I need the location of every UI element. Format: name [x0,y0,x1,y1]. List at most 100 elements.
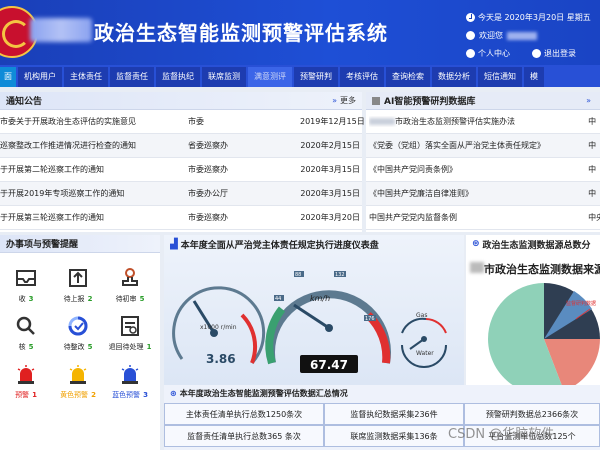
stamp-icon [122,268,138,286]
speed-needle [293,303,330,330]
library-row[interactable]: 《中国共产党廉洁自律准则》中 [366,182,600,206]
todo-item[interactable]: 待上报 2 [52,259,104,307]
gauge-panel: ▟ 本年度全面从严治党主体责任规定执行进度仪表盘 x1000 r/min 3.8… [164,235,464,385]
svg-text:176: 176 [365,316,375,322]
yellow-alarm-icon [69,365,87,384]
notice-row[interactable]: 于开展第二轮巡察工作的通知 市委巡察办 2020年3月15日 [0,158,362,182]
rpm-gauge: x1000 r/min 3.86 [172,286,266,366]
double-chevron-icon: » [586,96,591,105]
power-icon [532,49,541,58]
logout-link[interactable]: 退出登录 [532,48,576,59]
library-row[interactable]: 《党委（党组）落实全面从严治党主体责任规定》中 [366,134,600,158]
welcome-row: 欢迎您 [466,30,537,41]
notice-row[interactable]: 市委关于开展政治生态评估的实施意见 市委 2019年12月15日 [0,110,365,134]
nav-query[interactable]: 查询检索 [386,67,430,87]
gas-water-gauge: Gas Water [401,312,447,368]
todo-item[interactable]: 退回待处理 1 [104,307,156,355]
summary-header: ⊛ 本年度政治生态智能监测预警评估数据汇总情况 [164,385,600,401]
water-label: Water [416,350,434,357]
todo-item[interactable]: 待整改 5 [52,307,104,355]
todo-header: 办事项与预警提醒 [0,235,160,253]
nav-discipline[interactable]: 监督执纪 [156,67,200,87]
nav-warning-analysis[interactable]: 预警研判 [294,67,338,87]
nav-data-analysis[interactable]: 数据分析 [432,67,476,87]
blue-alarm-icon [121,365,139,384]
date-display: 今天是 2020年3月20日 星期五 [466,12,591,23]
blurred-username [507,31,537,40]
upload-icon [69,269,87,287]
person-icon [466,49,475,58]
ai-library-panel: AI智能预警研判数据库 » 市政治生态监测预警评估实施办法中 《党委（党组）落实… [366,92,600,232]
speed-value: 67.47 [310,358,348,372]
sources-title: 政治生态监测数据源总数分 [482,240,591,251]
square-icon [372,96,380,105]
gauge-header: ▟ 本年度全面从严治党主体责任规定执行进度仪表盘 [164,235,464,253]
notice-header: 通知公告 » 更多 [0,92,362,110]
clock-icon [466,13,475,22]
nav-main-responsibility[interactable]: 主体责任 [64,67,108,87]
library-row[interactable]: 《中国共产党问责条例》中 [366,158,600,182]
watermark: CSDN @华脑软件 [448,427,555,442]
bar-chart-icon: ▟ [170,238,178,250]
search-icon [16,316,35,335]
speed-unit: km/h [310,294,330,303]
double-chevron-icon: » [332,96,337,105]
nav-org-users[interactable]: 机构用户 [18,67,62,87]
notice-row[interactable]: 巡察整改工作推进情况进行检查的通知 省委巡察办 2020年2月15日 [0,134,362,158]
chevron-circle-icon: ⊛ [472,239,480,249]
notice-row[interactable]: 于开展第三轮巡察工作的通知 市委巡察办 2020年3月20日 [0,206,362,230]
library-more-link[interactable]: » [586,96,594,105]
nav-assessment[interactable]: 考核评估 [340,67,384,87]
svg-text:44: 44 [275,296,281,302]
nav-satisfaction[interactable]: 满意测评 [248,67,292,87]
system-title: 政治生态智能监测预警评估系统 [94,21,388,45]
library-title: AI智能预警研判数据库 [384,97,476,107]
red-alarm-icon [17,365,35,384]
pie-legend-label: 监督研判数据 [566,300,596,307]
blurred-text [470,262,484,273]
notice-title: 通知公告 [6,97,43,107]
progress-icon [68,316,88,336]
todo-item[interactable]: 蓝色预警 3 [104,355,156,403]
notice-row[interactable]: 于开展2019年专项巡察工作的通知 市委办公厅 2020年3月15日 [0,182,362,206]
user-icon [466,31,475,40]
nav-more[interactable]: 模 [524,67,544,87]
header: 政治生态智能监测预警评估系统 今天是 2020年3月20日 星期五 欢迎您 个人… [0,0,600,65]
summary-cell: 预警研判数据总2366条次 [464,403,600,425]
library-header: AI智能预警研判数据库 » [366,92,600,110]
main-nav: 面 机构用户 主体责任 监督责任 监督执纪 联席监测 满意测评 预警研判 考核评… [0,65,600,87]
gauge-title: 本年度全面从严治党主体责任规定执行进度仪表盘 [180,240,379,251]
svg-text:132: 132 [335,272,345,278]
todo-item[interactable]: 核5 [0,307,52,355]
gas-label: Gas [416,312,427,319]
gauge-dashboard: x1000 r/min 3.86 km/h 67.47 88 132 44 17… [172,271,447,373]
summary-cell: 监督执纪数据采集236件 [324,403,464,425]
sources-header: ⊛ 政治生态监测数据源总数分 [466,235,600,253]
nav-sms[interactable]: 短信通知 [478,67,522,87]
todo-grid: 收3 待上报 2 待初审 5 核5 待整改 5 退回待处理 1 预警 1 黄色预警 2 [0,253,160,403]
todo-panel: 办事项与预警提醒 收3 待上报 2 待初审 5 核5 待整改 5 退回待处理 1 预 [0,235,160,450]
rpm-value: 3.86 [206,352,236,366]
summary-cell: 联席监测数据采集136条 [324,425,464,447]
todo-item[interactable]: 预警 1 [0,355,52,403]
personal-center-link[interactable]: 个人中心 [466,48,510,59]
summary-cell: 监督责任清单执行总数365 条次 [164,425,324,447]
more-link[interactable]: » 更多 [332,95,356,106]
nav-supervision-responsibility[interactable]: 监督责任 [110,67,154,87]
summary-cell: 主体责任清单执行总数1250条次 [164,403,324,425]
rpm-label: x1000 r/min [200,324,237,331]
document-icon [121,316,139,336]
nav-home[interactable]: 面 [0,67,16,87]
library-row[interactable]: 中国共产党党内监督条例中央 [366,206,600,230]
inbox-icon [16,270,36,286]
todo-item[interactable]: 黄色预警 2 [52,355,104,403]
todo-item[interactable]: 待初审 5 [104,259,156,307]
speed-gauge: km/h 67.47 88 132 44 176 [265,271,391,373]
library-row[interactable]: 市政治生态监测预警评估实施办法中 [366,110,600,134]
sources-subtitle: 市政治生态监测数据来源 [484,263,600,276]
todo-title: 办事项与预警提醒 [6,240,79,250]
todo-item[interactable]: 收3 [0,259,52,307]
blurred-city-name [30,18,92,42]
nav-joint-monitoring[interactable]: 联席监测 [202,67,246,87]
svg-text:88: 88 [295,272,301,278]
